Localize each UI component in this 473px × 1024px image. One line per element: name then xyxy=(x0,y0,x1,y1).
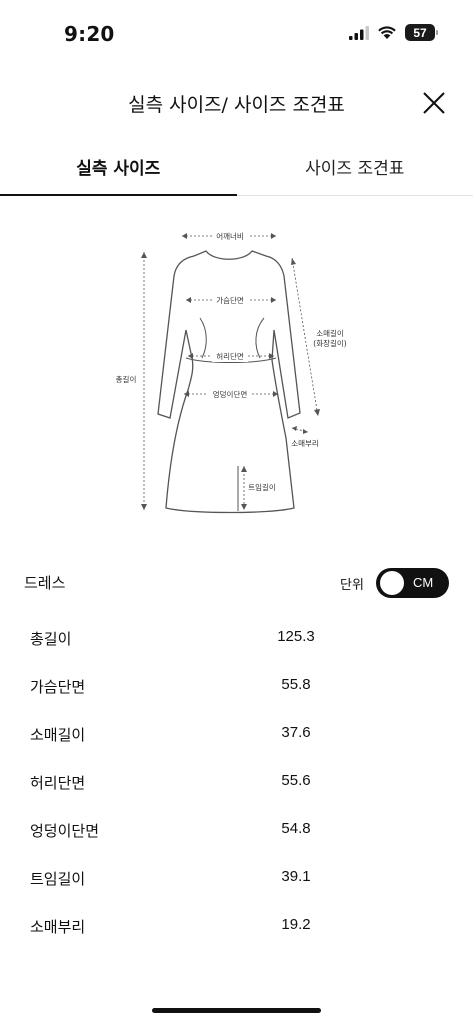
measurement-value: 55.8 xyxy=(281,676,311,693)
measurement-row: 소매길이 37.6 xyxy=(0,710,473,758)
measurement-name: 허리단면 xyxy=(30,774,86,792)
close-icon xyxy=(423,92,445,114)
measurement-value: 54.8 xyxy=(281,820,311,837)
label-chest: 가슴단면 xyxy=(216,295,244,305)
label-waist: 허리단면 xyxy=(216,351,244,361)
measurement-value: 19.2 xyxy=(281,916,311,933)
tab-bar: 실측 사이즈 사이즈 조견표 xyxy=(0,140,473,196)
page-title: 실측 사이즈/ 사이즈 조견표 xyxy=(128,94,345,116)
measurement-value: 125.3 xyxy=(277,628,315,645)
battery-icon: 57 xyxy=(405,24,438,41)
unit-toggle-knob xyxy=(380,571,404,595)
measurement-row: 엉덩이단면 54.8 xyxy=(0,806,473,854)
home-indicator[interactable] xyxy=(152,1008,321,1013)
label-sleeve-length-alt: (화장길이) xyxy=(313,338,347,348)
measurement-name: 가슴단면 xyxy=(30,678,86,696)
measurement-name: 트임길이 xyxy=(30,870,86,888)
status-time: 9:20 xyxy=(64,22,115,46)
measurement-row: 가슴단면 55.8 xyxy=(0,662,473,710)
measurement-row: 소매부리 19.2 xyxy=(0,902,473,950)
label-slit-length: 트임길이 xyxy=(248,482,276,492)
right-dart xyxy=(255,317,265,359)
dress-outline xyxy=(157,250,301,514)
battery-level: 57 xyxy=(413,25,427,40)
measurement-value: 55.6 xyxy=(281,772,311,789)
measurement-name: 엉덩이단면 xyxy=(30,822,100,840)
measurement-name: 소매부리 xyxy=(30,918,86,936)
unit-label: 단위 xyxy=(340,578,364,593)
left-dart xyxy=(199,317,207,359)
measurement-row: 트임길이 39.1 xyxy=(0,854,473,902)
signal-icon xyxy=(349,25,369,40)
label-sleeve-cuff: 소매부리 xyxy=(291,439,319,448)
section-title: 드레스 xyxy=(24,574,66,592)
measurement-row: 총길이 125.3 xyxy=(0,614,473,662)
unit-value: CM xyxy=(413,575,434,590)
status-icons: 57 xyxy=(349,24,438,41)
dress-illustration: 어깨너비 가슴단면 허리단면 엉덩이단면 총길이 소매길이 (화장길이) 소매부… xyxy=(116,230,347,514)
tab-size-chart[interactable]: 사이즈 조견표 xyxy=(237,140,473,195)
measurement-list: 총길이 125.3 가슴단면 55.8 소매길이 37.6 허리단면 55.6 … xyxy=(0,614,473,950)
unit-toggle[interactable]: CM xyxy=(376,568,449,598)
measurement-value: 37.6 xyxy=(281,724,311,741)
measurement-name: 소매길이 xyxy=(30,726,86,744)
label-hip: 엉덩이단면 xyxy=(213,389,248,399)
label-shoulder: 어깨너비 xyxy=(216,231,244,241)
close-button[interactable] xyxy=(419,88,449,118)
tab-measured-size[interactable]: 실측 사이즈 xyxy=(0,140,237,196)
measurement-value: 39.1 xyxy=(281,868,311,885)
status-bar: 9:20 57 xyxy=(0,0,473,64)
wifi-icon xyxy=(378,26,396,39)
label-sleeve-length: 소매길이 xyxy=(316,328,344,338)
measurement-row: 허리단면 55.6 xyxy=(0,758,473,806)
label-total-length: 총길이 xyxy=(116,374,137,384)
dress-diagram: 어깨너비 가슴단면 허리단면 엉덩이단면 총길이 소매길이 (화장길이) 소매부… xyxy=(96,218,386,518)
measurement-name: 총길이 xyxy=(30,630,72,648)
